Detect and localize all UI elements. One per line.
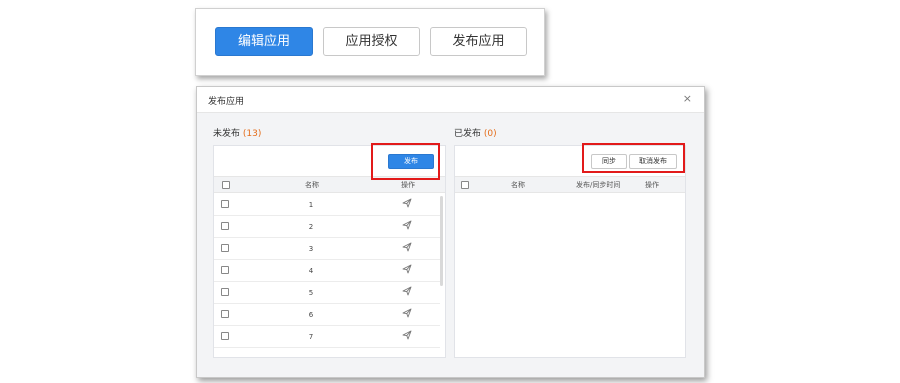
- table-row: 5: [214, 282, 440, 304]
- edit-app-button[interactable]: 编辑应用: [215, 27, 313, 56]
- published-count: (0): [483, 129, 497, 139]
- unpublished-count: (13): [242, 129, 262, 139]
- row-checkbox[interactable]: [221, 266, 229, 274]
- table-row: 7: [214, 326, 440, 348]
- row-name: 7: [308, 333, 314, 341]
- unpublished-section-label: 未发布 (13): [213, 126, 261, 139]
- publish-app-button[interactable]: 发布应用: [430, 27, 527, 56]
- paper-plane-icon[interactable]: [402, 308, 412, 320]
- published-section-label: 已发布 (0): [454, 126, 497, 139]
- published-panel: 同步 取消发布 名称 发布/同步时间 操作: [454, 145, 686, 358]
- scrollbar[interactable]: [440, 196, 443, 286]
- column-name: 名称: [511, 181, 525, 189]
- row-checkbox[interactable]: [221, 332, 229, 340]
- table-row: 2: [214, 216, 440, 238]
- column-time: 发布/同步时间: [576, 181, 621, 189]
- row-checkbox[interactable]: [221, 200, 229, 208]
- highlight-publish: [371, 143, 440, 180]
- select-all-checkbox[interactable]: [222, 181, 230, 189]
- paper-plane-icon[interactable]: [402, 242, 412, 254]
- row-checkbox[interactable]: [221, 244, 229, 252]
- published-label: 已发布: [454, 129, 482, 139]
- row-checkbox[interactable]: [221, 288, 229, 296]
- row-name: 6: [308, 311, 314, 319]
- publish-app-dialog: 发布应用 × 未发布 (13) 已发布 (0) 发布 名称 操作 1234567…: [196, 86, 705, 378]
- table-row: 3: [214, 238, 440, 260]
- table-row: 6: [214, 304, 440, 326]
- close-icon[interactable]: ×: [683, 92, 692, 105]
- row-name: 1: [308, 201, 314, 209]
- row-checkbox[interactable]: [221, 222, 229, 230]
- table-row: 1: [214, 194, 440, 216]
- published-table-header: 名称 发布/同步时间 操作: [455, 176, 685, 193]
- row-checkbox[interactable]: [221, 310, 229, 318]
- column-op: 操作: [645, 181, 659, 189]
- paper-plane-icon[interactable]: [402, 198, 412, 210]
- table-row: 4: [214, 260, 440, 282]
- column-name: 名称: [305, 181, 319, 189]
- paper-plane-icon[interactable]: [402, 330, 412, 342]
- paper-plane-icon[interactable]: [402, 286, 412, 298]
- dialog-title: 发布应用: [208, 97, 245, 107]
- unpublished-label: 未发布: [213, 129, 241, 139]
- highlight-sync-unpublish: [582, 143, 685, 173]
- row-name: 4: [308, 267, 314, 275]
- row-name: 2: [308, 223, 314, 231]
- dialog-header: 发布应用 ×: [197, 87, 704, 113]
- paper-plane-icon[interactable]: [402, 264, 412, 276]
- column-op: 操作: [401, 181, 415, 189]
- app-authorization-button[interactable]: 应用授权: [323, 27, 420, 56]
- paper-plane-icon[interactable]: [402, 220, 412, 232]
- app-toolbar: 编辑应用 应用授权 发布应用: [195, 8, 545, 76]
- row-name: 5: [308, 289, 314, 297]
- select-all-checkbox[interactable]: [461, 181, 469, 189]
- row-name: 3: [308, 245, 314, 253]
